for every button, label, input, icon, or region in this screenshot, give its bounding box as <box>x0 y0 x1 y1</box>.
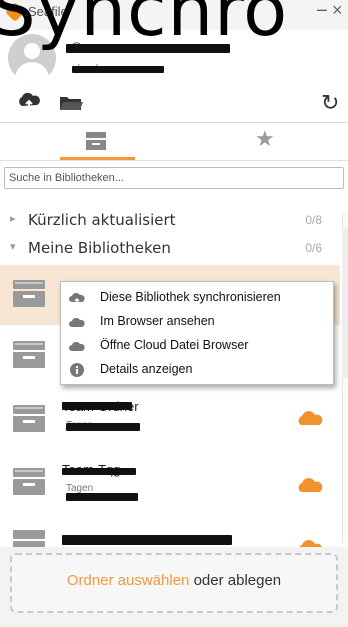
library-icon <box>13 341 45 368</box>
repo-row[interactable]: Team-Ordner Tagen <box>0 390 340 450</box>
menu-item-label: Im Browser ansehen <box>100 314 215 328</box>
tab-repos[interactable] <box>60 126 135 160</box>
section-mine[interactable]: ▾ Meine Bibliotheken 0/6 <box>0 237 340 259</box>
minimize-button[interactable]: − <box>316 0 328 23</box>
repo-row[interactable] <box>0 515 340 547</box>
close-button[interactable]: × <box>332 0 343 21</box>
cloud-icon <box>69 341 85 351</box>
section-recent[interactable]: ▸ Kürzlich aktualisiert 0/8 <box>0 209 340 231</box>
section-count: 0/6 <box>305 241 322 255</box>
info-icon <box>70 363 84 377</box>
library-icon <box>13 468 45 495</box>
repos-icon <box>86 132 106 150</box>
redaction <box>66 423 140 431</box>
search-input[interactable] <box>4 167 344 189</box>
context-menu: Diese Bibliothek synchronisieren Im Brow… <box>60 281 334 385</box>
section-label: Kürzlich aktualisiert <box>28 211 176 229</box>
menu-item-browser[interactable]: Im Browser ansehen <box>61 310 333 334</box>
chevron-down-icon: ▾ <box>10 241 16 253</box>
drop-zone-hint: oder ablegen <box>189 572 282 589</box>
library-icon <box>13 280 45 307</box>
account-server-redaction <box>72 66 164 73</box>
menu-item-label: Details anzeigen <box>100 362 193 376</box>
cloud-icon <box>69 317 85 327</box>
menu-item-label: Diese Bibliothek synchronisieren <box>100 290 281 304</box>
section-label: Meine Bibliotheken <box>28 239 171 257</box>
redaction <box>66 493 138 501</box>
drop-zone-text: Ordner auswählen oder ablegen <box>0 572 348 589</box>
divider <box>0 122 348 123</box>
overlay-text: Synchro <box>0 0 289 52</box>
choose-folder-link[interactable]: Ordner auswählen <box>67 572 190 589</box>
folder-icon[interactable] <box>58 94 84 112</box>
menu-item-details[interactable]: Details anzeigen <box>61 358 333 382</box>
scrollbar-thumb[interactable] <box>342 228 348 378</box>
sync-cloud-icon <box>69 292 85 304</box>
chevron-right-icon: ▸ <box>10 213 16 225</box>
cloud-icon[interactable] <box>296 539 324 547</box>
library-icon <box>13 530 45 547</box>
repo-row[interactable]: Team-Tqg Tagen <box>0 453 340 513</box>
section-count: 0/8 <box>305 213 322 227</box>
cloud-icon[interactable] <box>296 410 324 426</box>
divider <box>0 160 348 161</box>
redaction <box>62 468 136 475</box>
cloud-upload-icon[interactable] <box>16 92 42 110</box>
redaction <box>62 535 232 545</box>
star-icon[interactable]: ★ <box>255 128 275 150</box>
library-icon <box>13 405 45 432</box>
menu-item-cloud-browser[interactable]: Öffne Cloud Datei Browser <box>61 334 333 358</box>
cloud-icon[interactable] <box>296 477 324 493</box>
redaction <box>62 402 132 410</box>
menu-item-sync[interactable]: Diese Bibliothek synchronisieren <box>61 286 333 310</box>
menu-item-label: Öffne Cloud Datei Browser <box>100 338 249 352</box>
refresh-icon[interactable]: ↻ <box>321 92 339 114</box>
